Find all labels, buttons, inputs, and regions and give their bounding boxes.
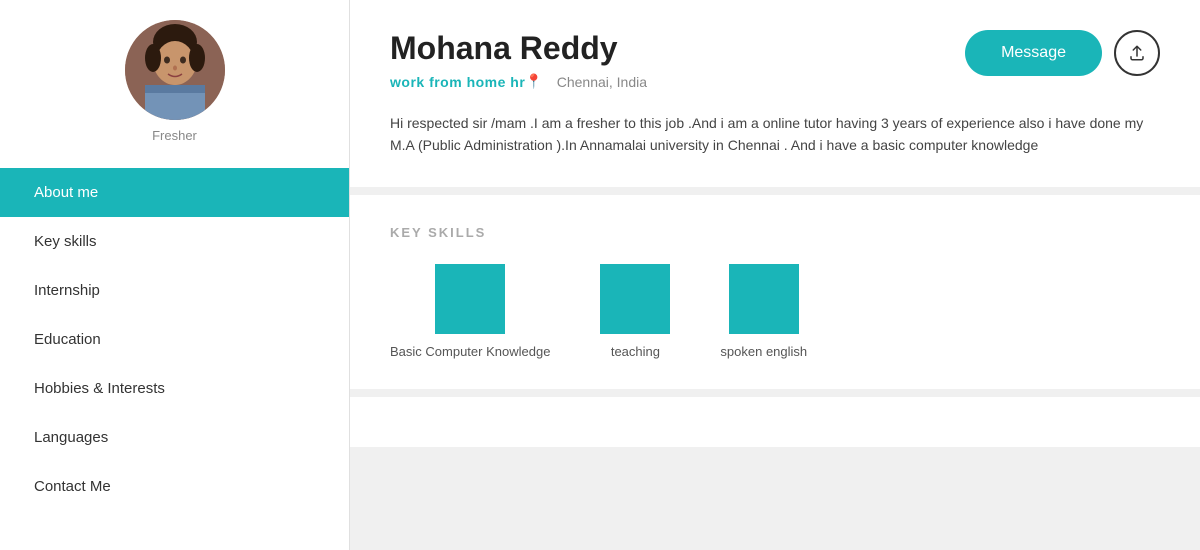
sidebar: Fresher About me Key skills Internship E… [0, 0, 350, 550]
profile-location: Chennai, India [557, 74, 647, 90]
sidebar-item-internship[interactable]: Internship [0, 266, 349, 315]
message-button[interactable]: Message [965, 30, 1102, 76]
sidebar-item-about-me[interactable]: About me [0, 168, 349, 217]
skill-label-computer: Basic Computer Knowledge [390, 344, 550, 359]
nav-menu: About me Key skills Internship Education… [0, 168, 349, 511]
skills-section: KEY SKILLS Basic Computer Knowledge teac… [350, 195, 1200, 389]
main-content: Mohana Reddy work from home hr 📍 Chennai… [350, 0, 1200, 550]
skills-grid: Basic Computer Knowledge teaching spoken… [390, 264, 1160, 359]
profile-header: Mohana Reddy work from home hr 📍 Chennai… [390, 30, 1160, 90]
share-button[interactable] [1114, 30, 1160, 76]
skill-box-english [729, 264, 799, 334]
skills-section-title: KEY SKILLS [390, 225, 1160, 240]
skill-label-english: spoken english [720, 344, 807, 359]
location-icon: 📍 [525, 73, 542, 90]
skill-box-computer [435, 264, 505, 334]
skill-item-computer: Basic Computer Knowledge [390, 264, 550, 359]
profile-section: Mohana Reddy work from home hr 📍 Chennai… [350, 0, 1200, 187]
profile-info: Mohana Reddy work from home hr 📍 Chennai… [390, 30, 647, 90]
profile-title: work from home hr [390, 74, 525, 90]
profile-actions: Message [965, 30, 1160, 76]
sidebar-item-contact[interactable]: Contact Me [0, 462, 349, 511]
profile-name: Mohana Reddy [390, 30, 647, 67]
profile-bio: Hi respected sir /mam .I am a fresher to… [390, 112, 1160, 157]
sidebar-item-key-skills[interactable]: Key skills [0, 217, 349, 266]
sidebar-item-education[interactable]: Education [0, 315, 349, 364]
bottom-strip [350, 397, 1200, 447]
skill-item-teaching: teaching [600, 264, 670, 359]
skill-box-teaching [600, 264, 670, 334]
skill-label-teaching: teaching [611, 344, 660, 359]
avatar-container: Fresher [125, 20, 225, 143]
share-icon [1128, 44, 1146, 62]
fresher-label: Fresher [152, 128, 197, 143]
avatar [125, 20, 225, 120]
sidebar-item-hobbies[interactable]: Hobbies & Interests [0, 364, 349, 413]
skill-item-english: spoken english [720, 264, 807, 359]
location-row: work from home hr 📍 Chennai, India [390, 73, 647, 90]
sidebar-item-languages[interactable]: Languages [0, 413, 349, 462]
